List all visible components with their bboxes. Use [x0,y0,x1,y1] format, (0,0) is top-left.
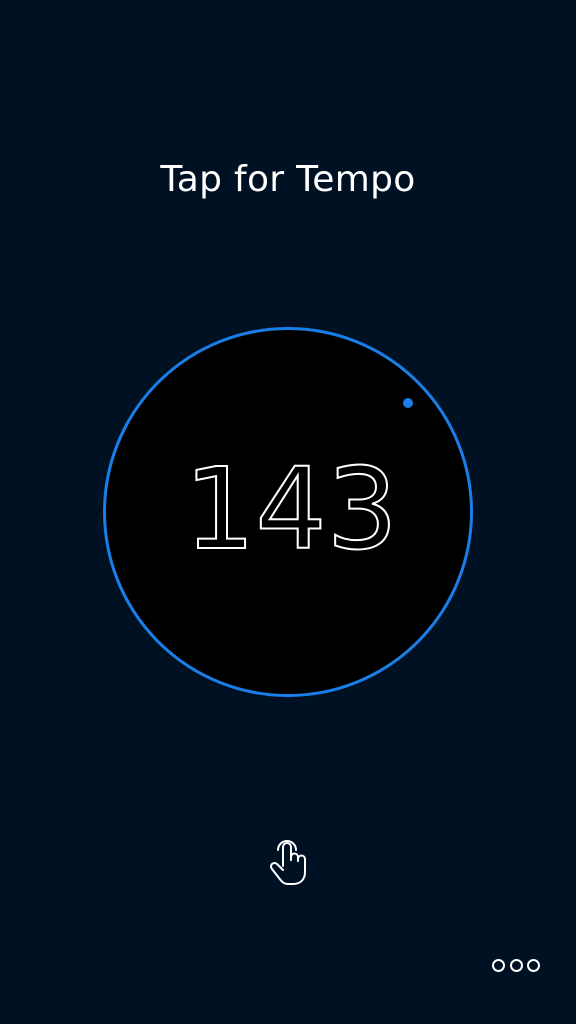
more-button[interactable] [492,954,540,976]
bpm-value: 143 [191,460,391,570]
beat-indicator [403,398,413,408]
tap-tempo-screen: Tap for Tempo 143 [0,0,576,1024]
more-dot [509,958,523,972]
page-title: Tap for Tempo [160,159,416,200]
more-dot [492,958,505,972]
bpm-display: 143 [106,330,476,700]
hand-tap-icon [266,836,310,886]
more-dot [527,958,540,972]
bpm-readout: 143 [191,460,391,570]
tap-tempo-button[interactable]: 143 [103,327,473,697]
